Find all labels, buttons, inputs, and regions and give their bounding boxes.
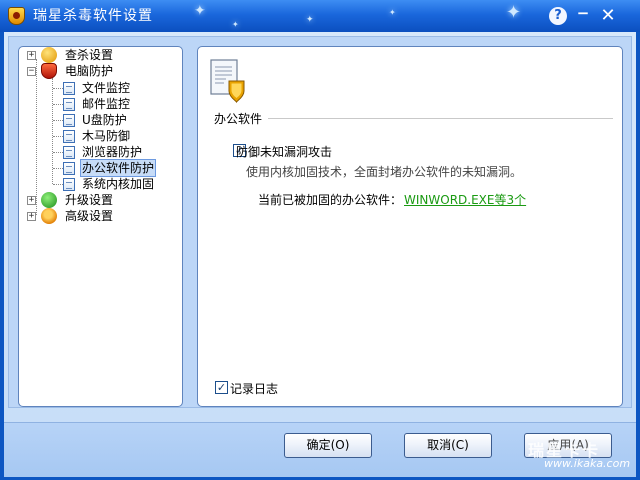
minimize-button[interactable]: − xyxy=(573,4,593,22)
sparkle-decoration: ✦ xyxy=(194,3,206,19)
section-divider xyxy=(268,118,613,119)
tree-item-computer-protection[interactable]: − 电脑防护 xyxy=(19,63,182,79)
collapse-toggle[interactable]: − xyxy=(27,67,36,76)
tree-item-advanced-settings[interactable]: + 高级设置 xyxy=(19,208,182,224)
expand-toggle[interactable]: + xyxy=(27,51,36,60)
tree-item-file-monitor[interactable]: 文件监控 xyxy=(19,80,182,96)
tree-item-label: 高级设置 xyxy=(65,209,114,223)
sparkle-decoration: ✦ xyxy=(506,2,522,23)
hardened-software-label: 当前已被加固的办公软件： xyxy=(258,193,403,207)
window-title: 瑞星杀毒软件设置 xyxy=(33,8,153,24)
document-icon xyxy=(63,82,75,95)
tree-item-label: 邮件监控 xyxy=(82,97,131,111)
document-icon xyxy=(63,130,75,143)
tree-item-trojan-defense[interactable]: 木马防御 xyxy=(19,128,182,144)
help-button[interactable]: ? xyxy=(549,7,567,25)
tree-item-office-protection[interactable]: 办公软件防护 xyxy=(19,159,182,177)
cancel-button[interactable]: 取消(C) xyxy=(404,433,492,458)
scan-settings-icon xyxy=(41,47,57,63)
expand-toggle[interactable]: + xyxy=(27,212,36,221)
watermark-url: www.ikaka.com xyxy=(544,457,631,470)
computer-protection-icon xyxy=(41,63,57,79)
tree-item-label: 电脑防护 xyxy=(65,64,114,78)
tree-item-browser-protection[interactable]: 浏览器防护 xyxy=(19,144,182,160)
tree-item-usb-protection[interactable]: U盘防护 xyxy=(19,112,182,128)
tree-item-update-settings[interactable]: + 升级设置 xyxy=(19,192,182,208)
record-log-checkbox[interactable]: ✓ xyxy=(215,381,228,394)
document-icon xyxy=(63,162,75,175)
title-bar[interactable]: ✦ ✦ ✦ ✦ ✦ 瑞星杀毒软件设置 ? − ✕ xyxy=(0,0,640,32)
office-document-shield-icon xyxy=(210,59,245,103)
tree-item-label: 查杀设置 xyxy=(65,48,114,62)
tree-item-mail-monitor[interactable]: 邮件监控 xyxy=(19,96,182,112)
document-icon xyxy=(63,98,75,111)
app-shield-icon xyxy=(8,7,25,25)
sparkle-decoration: ✦ xyxy=(389,8,396,17)
update-settings-icon xyxy=(41,192,57,208)
tree-item-label: U盘防护 xyxy=(82,113,127,127)
tree-item-label: 升级设置 xyxy=(65,193,114,207)
expand-toggle[interactable]: + xyxy=(27,196,36,205)
tree-item-label: 系统内核加固 xyxy=(82,177,155,191)
tree-item-label: 木马防御 xyxy=(82,129,131,143)
record-log-label[interactable]: 记录日志 xyxy=(230,380,278,397)
ok-button[interactable]: 确定(O) xyxy=(284,433,372,458)
document-icon xyxy=(63,114,75,127)
tree-item-label: 浏览器防护 xyxy=(82,145,143,159)
tree-item-scan-settings[interactable]: + 查杀设置 xyxy=(19,47,182,63)
document-icon xyxy=(63,178,75,191)
defend-unknown-exploit-label[interactable]: 防御未知漏洞攻击 xyxy=(236,143,332,160)
sparkle-decoration: ✦ xyxy=(232,20,239,29)
tree-item-label-selected: 办公软件防护 xyxy=(79,159,157,177)
settings-tree[interactable]: + 查杀设置 − 电脑防护 文件监控 邮件监控 U盘防护 木马防御 浏览器防护 … xyxy=(18,46,183,407)
section-title: 办公软件 xyxy=(214,112,263,126)
sparkle-decoration: ✦ xyxy=(306,15,314,25)
hardened-software-link[interactable]: WINWORD.EXE等3个 xyxy=(404,191,526,208)
settings-panel: 办公软件 ✓ 防御未知漏洞攻击 使用内核加固技术，全面封堵办公软件的未知漏洞。 … xyxy=(197,46,623,407)
tree-item-kernel-hardening[interactable]: 系统内核加固 xyxy=(19,176,182,192)
advanced-settings-icon xyxy=(41,208,57,224)
close-button[interactable]: ✕ xyxy=(598,7,618,25)
tree-item-label: 文件监控 xyxy=(82,81,131,95)
document-icon xyxy=(63,146,75,159)
defend-description: 使用内核加固技术，全面封堵办公软件的未知漏洞。 xyxy=(246,165,523,179)
